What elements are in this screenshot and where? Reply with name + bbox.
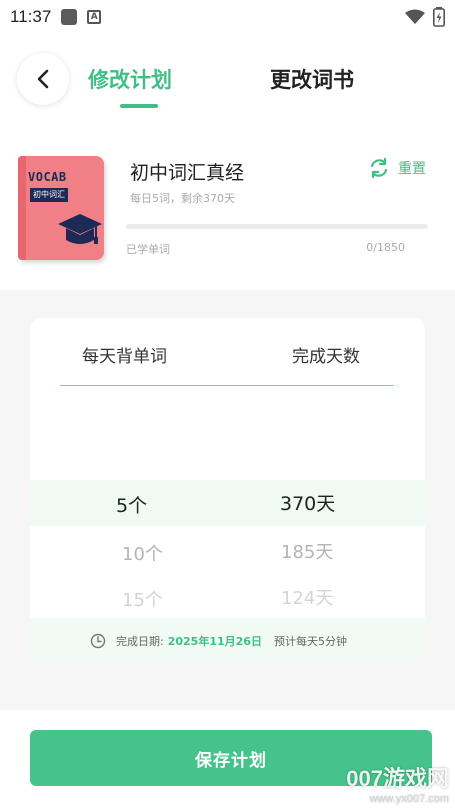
progress-label: 已学单词 bbox=[126, 243, 170, 256]
cover-text: VOCAB bbox=[28, 170, 67, 184]
back-button[interactable] bbox=[17, 53, 69, 105]
book-cover: VOCAB 初中词汇 bbox=[18, 156, 104, 260]
reset-label: 重置 bbox=[398, 161, 426, 177]
days-option[interactable]: 124天 bbox=[281, 584, 333, 610]
wifi-icon bbox=[405, 9, 425, 24]
status-time: 11:37 bbox=[10, 7, 52, 26]
days-option[interactable]: 185天 bbox=[281, 538, 333, 564]
tab-change-book[interactable]: 更改词书 bbox=[270, 64, 354, 94]
completion-date: 2025年11月26日 bbox=[167, 635, 262, 648]
selection-highlight bbox=[30, 480, 425, 526]
graduation-cap-icon bbox=[58, 214, 102, 244]
progress-bar bbox=[126, 224, 428, 229]
cover-tag: 初中词汇 bbox=[30, 188, 68, 202]
days-option-selected[interactable]: 370天 bbox=[280, 489, 335, 516]
book-info: VOCAB 初中词汇 初中词汇真经 每日5词，剩余370天 重置 已学单词 0/… bbox=[0, 150, 455, 270]
tab-underline bbox=[120, 104, 158, 108]
watermark: 007游戏网 www.yx007.com bbox=[346, 761, 449, 805]
words-option[interactable]: 15个 bbox=[122, 586, 163, 612]
notification-icon bbox=[61, 9, 78, 25]
progress-count: 0/1850 bbox=[366, 241, 405, 254]
refresh-icon bbox=[370, 157, 388, 179]
battery-icon bbox=[433, 7, 445, 27]
tab-edit-plan[interactable]: 修改计划 bbox=[88, 64, 172, 94]
words-option[interactable]: 10个 bbox=[122, 540, 163, 566]
watermark-url: www.yx007.com bbox=[369, 793, 449, 805]
header-divider bbox=[60, 385, 394, 386]
header: 修改计划 更改词书 bbox=[0, 40, 455, 120]
book-subtitle: 每日5词，剩余370天 bbox=[130, 192, 235, 205]
book-title: 初中词汇真经 bbox=[130, 162, 245, 184]
column-header-days: 完成天数 bbox=[292, 347, 360, 367]
plan-picker[interactable]: 每天背单词 完成天数 5个 370天 10个 185天 15个 124天 完成日… bbox=[30, 318, 425, 664]
column-header-words: 每天背单词 bbox=[82, 347, 167, 367]
completion-info: 完成日期: 2025年11月26日 预计每天5分钟 bbox=[30, 618, 425, 664]
status-bar: 11:37 A bbox=[0, 0, 455, 34]
watermark-title: 007游戏网 bbox=[346, 766, 449, 791]
a-icon: A bbox=[87, 10, 102, 24]
completion-date-label: 完成日期: bbox=[116, 635, 164, 648]
clock-icon bbox=[90, 633, 106, 649]
chevron-left-icon bbox=[37, 69, 49, 89]
reset-button[interactable]: 重置 bbox=[368, 155, 426, 181]
words-option-selected[interactable]: 5个 bbox=[116, 491, 147, 518]
daily-estimate: 预计每天5分钟 bbox=[273, 635, 347, 648]
